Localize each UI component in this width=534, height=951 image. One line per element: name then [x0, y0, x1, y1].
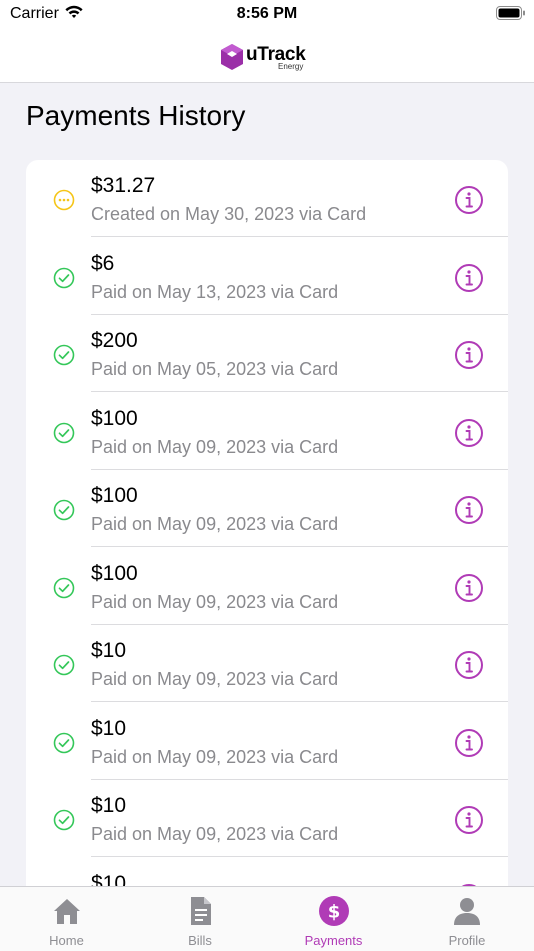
checkmark-circle-icon — [53, 732, 75, 754]
tab-label: Payments — [304, 933, 363, 948]
svg-text:$: $ — [327, 902, 340, 923]
utrack-logo: uTrack Energy — [220, 43, 320, 71]
payment-amount: $10 — [91, 716, 127, 740]
payment-amount: $100 — [91, 484, 138, 507]
info-icon[interactable] — [454, 805, 484, 835]
checkmark-circle-icon — [53, 344, 75, 366]
info-icon[interactable] — [454, 340, 484, 370]
tab-profile[interactable]: Profile — [401, 887, 534, 951]
payment-row[interactable]: $100 Paid on May 09, 2023 via Card — [26, 393, 508, 470]
info-icon[interactable] — [454, 573, 484, 603]
info-icon[interactable] — [454, 495, 484, 525]
payment-amount: $6 — [91, 251, 115, 275]
checkmark-circle-icon — [53, 654, 75, 676]
checkmark-circle-icon — [53, 499, 75, 521]
payment-description: Paid on May 09, 2023 via Card — [91, 514, 339, 534]
brand-subtitle: Energy — [278, 62, 304, 71]
payment-amount: $10 — [91, 639, 127, 662]
payment-row[interactable]: $100 Paid on May 09, 2023 via Card — [26, 548, 508, 625]
tab-bar: Home Bills $ Payments Profile — [0, 886, 534, 951]
payment-description: Paid on May 09, 2023 via Card — [91, 824, 339, 844]
info-icon[interactable] — [454, 728, 484, 758]
payment-amount: $100 — [91, 406, 138, 430]
tab-payments[interactable]: $ Payments — [267, 887, 400, 951]
checkmark-circle-icon — [53, 809, 75, 831]
info-icon[interactable] — [454, 185, 484, 215]
checkmark-circle-icon — [53, 577, 75, 599]
status-time: 8:56 PM — [236, 5, 298, 22]
info-icon[interactable] — [454, 263, 484, 293]
checkmark-circle-icon — [53, 422, 75, 444]
payment-amount: $31.27 — [91, 174, 156, 197]
payment-row[interactable]: $10 Paid on May 09, 2023 via Card — [26, 780, 508, 857]
payment-row[interactable]: $10 Paid on May 09, 2023 via Card — [26, 703, 508, 780]
dollar-icon: $ — [318, 895, 350, 927]
payment-description: Paid on May 05, 2023 via Card — [91, 359, 339, 379]
document-icon — [184, 895, 216, 927]
payment-row[interactable]: $100 Paid on May 09, 2023 via Card — [26, 470, 508, 547]
payment-description: Paid on May 13, 2023 via Card — [91, 281, 339, 302]
checkmark-circle-icon — [53, 267, 75, 289]
payment-amount: $200 — [91, 329, 138, 352]
page-title: Payments History — [26, 100, 246, 131]
payment-row[interactable]: $6 Paid on May 13, 2023 via Card — [26, 238, 508, 315]
payment-amount: $10 — [91, 794, 127, 817]
info-icon[interactable] — [454, 418, 484, 448]
battery-icon — [496, 6, 526, 25]
payment-amount: $100 — [91, 561, 138, 585]
info-icon[interactable] — [454, 650, 484, 680]
tab-label: Bills — [188, 933, 212, 948]
payment-description: Created on May 30, 2023 via Card — [91, 204, 367, 224]
payment-description: Paid on May 09, 2023 via Card — [91, 591, 339, 612]
status-bar: Carrier 8:56 PM — [0, 0, 534, 30]
pending-ellipsis-icon — [53, 189, 75, 211]
payments-list: $31.27 Created on May 30, 2023 via Card $6… — [26, 160, 508, 920]
tab-label: Home — [49, 933, 84, 948]
payment-row[interactable]: $200 Paid on May 05, 2023 via Card — [26, 315, 508, 392]
app-header: uTrack Energy — [0, 30, 534, 83]
person-icon — [451, 895, 483, 927]
tab-bills[interactable]: Bills — [134, 887, 267, 951]
payment-description: Paid on May 09, 2023 via Card — [91, 669, 339, 689]
logo-cube-icon — [221, 44, 243, 70]
payment-description: Paid on May 09, 2023 via Card — [91, 436, 339, 457]
tab-home[interactable]: Home — [0, 887, 133, 951]
payment-description: Paid on May 09, 2023 via Card — [91, 746, 339, 767]
payment-row[interactable]: $10 Paid on May 09, 2023 via Card — [26, 625, 508, 702]
payment-row[interactable]: $31.27 Created on May 30, 2023 via Card — [26, 160, 508, 237]
tab-label: Profile — [448, 933, 486, 948]
home-icon — [51, 895, 83, 927]
